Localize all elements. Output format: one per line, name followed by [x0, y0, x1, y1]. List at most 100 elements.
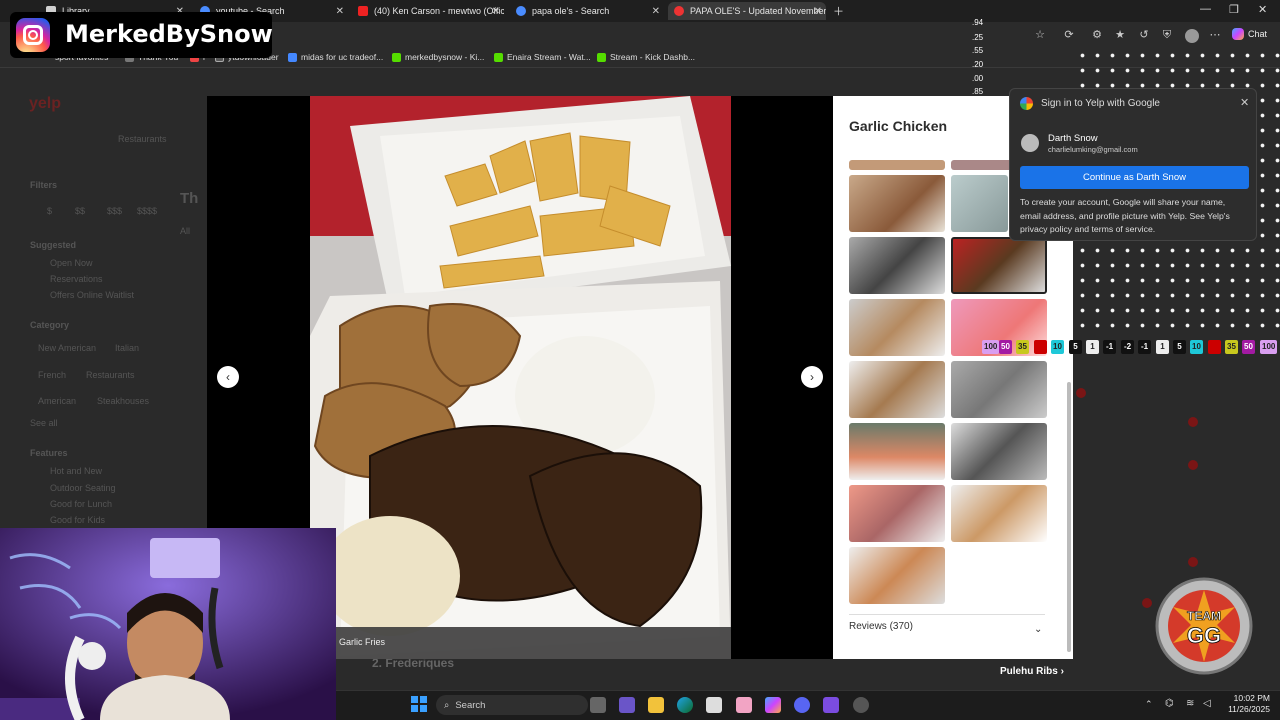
settings-icon[interactable]: [853, 697, 869, 713]
close-icon[interactable]: ✕: [814, 6, 822, 17]
continue-as-button[interactable]: Continue as Darth Snow: [1020, 166, 1249, 189]
filter-item[interactable]: Good for Kids: [50, 515, 105, 525]
category-chip[interactable]: Italian: [115, 343, 139, 353]
favorite-item[interactable]: merkedbysnow - Ki...: [392, 52, 484, 62]
photo-thumbnail[interactable]: [951, 361, 1047, 418]
chevron-down-icon[interactable]: ⌄: [1034, 624, 1042, 635]
extensions-icon[interactable]: ⚙: [1091, 29, 1103, 41]
file-explorer-icon[interactable]: [648, 697, 664, 713]
restore-icon[interactable]: ❐: [1229, 3, 1239, 16]
category-chip[interactable]: American: [38, 396, 76, 406]
filter-item[interactable]: Hot and New: [50, 466, 102, 476]
food-photo: [310, 96, 731, 659]
filter-item[interactable]: Open Now: [50, 258, 93, 268]
account-name: Darth Snow: [1048, 133, 1098, 144]
number-chip: 100: [1260, 340, 1278, 354]
more-icon[interactable]: ⋯: [1209, 29, 1221, 41]
refresh-icon[interactable]: ⟳: [1063, 29, 1075, 41]
map-marker[interactable]: [1142, 598, 1152, 608]
edge-icon[interactable]: [677, 697, 693, 713]
number-chip: 10: [1051, 340, 1064, 354]
reviews-toggle[interactable]: Reviews (370): [849, 621, 913, 632]
app-icon[interactable]: [736, 697, 752, 713]
tab-papa-oles-yelp[interactable]: PAPA OLE'S - Updated November ✕: [668, 2, 826, 20]
photo-thumbnail[interactable]: [849, 485, 945, 542]
close-icon[interactable]: ✕: [652, 6, 660, 17]
number-chip: 100: [982, 340, 1000, 354]
volume-icon[interactable]: ◁: [1203, 698, 1211, 709]
shield-icon[interactable]: ⛨: [1161, 29, 1173, 41]
network-icon[interactable]: ⌬: [1165, 698, 1174, 709]
photo-thumbnail[interactable]: [849, 160, 945, 170]
chat-button[interactable]: Chat: [1232, 28, 1267, 40]
system-clock[interactable]: 10:02 PM 11/26/2025: [1226, 693, 1270, 715]
close-icon[interactable]: ✕: [336, 6, 344, 17]
photo-thumbnail[interactable]: [849, 361, 945, 418]
filter-item[interactable]: Reservations: [50, 274, 103, 284]
tab-papa-oles-search[interactable]: papa ole's - Search ✕: [510, 2, 664, 20]
see-all-link[interactable]: See all: [30, 418, 58, 428]
photo-thumbnail-selected[interactable]: [951, 237, 1047, 294]
features-heading: Features: [30, 448, 68, 458]
start-icon[interactable]: [411, 696, 427, 712]
close-icon[interactable]: ✕: [492, 6, 500, 17]
app-icon[interactable]: [823, 697, 839, 713]
next-photo-button[interactable]: ›: [801, 366, 823, 388]
photo-thumbnail[interactable]: [951, 175, 1008, 232]
teams-icon[interactable]: [619, 697, 635, 713]
task-view-icon[interactable]: [590, 697, 606, 713]
photo-thumbnail[interactable]: [951, 423, 1047, 480]
favorite-item[interactable]: midas for uc tradeof...: [288, 52, 383, 62]
scrollbar[interactable]: [1067, 382, 1071, 652]
taskbar-search[interactable]: ⌕ Search: [436, 695, 588, 715]
price-filter[interactable]: $$: [75, 206, 85, 216]
overlay-number: .00: [972, 74, 984, 83]
close-window-icon[interactable]: ✕: [1258, 3, 1267, 16]
favorite-item[interactable]: Enaira Stream - Wat...: [494, 52, 591, 62]
bookmark-icon: [288, 52, 297, 62]
map-marker[interactable]: [1188, 557, 1198, 567]
store-icon[interactable]: [706, 697, 722, 713]
wifi-icon[interactable]: ≋: [1186, 698, 1194, 709]
star-icon[interactable]: ☆: [1034, 29, 1046, 41]
price-filter[interactable]: $: [47, 206, 52, 216]
close-icon[interactable]: ✕: [1240, 96, 1249, 109]
avatar: [1021, 134, 1039, 152]
svg-text:GG: GG: [1187, 623, 1221, 648]
nav-restaurants: Restaurants: [118, 134, 167, 144]
photo-thumbnail[interactable]: [849, 547, 945, 604]
search-icon: ⌕: [444, 699, 450, 711]
favorites-icon[interactable]: ★: [1114, 29, 1126, 41]
category-chip[interactable]: Restaurants: [86, 370, 135, 380]
tab-all[interactable]: All: [180, 226, 190, 236]
profile-avatar[interactable]: [1185, 29, 1199, 43]
minimize-icon[interactable]: —: [1200, 3, 1211, 15]
price-filter[interactable]: $$$$: [137, 206, 157, 216]
category-chip[interactable]: Steakhouses: [97, 396, 149, 406]
map-marker[interactable]: [1188, 460, 1198, 470]
photo-thumbnail[interactable]: [849, 237, 945, 294]
copilot-icon[interactable]: [765, 697, 781, 713]
map-marker[interactable]: [1076, 388, 1086, 398]
category-chip[interactable]: French: [38, 370, 66, 380]
map-marker[interactable]: [1188, 417, 1198, 427]
google-signin-popup: Sign in to Yelp with Google ✕ Darth Snow…: [1009, 88, 1257, 241]
tab-ken-carson[interactable]: (40) Ken Carson - mewtwo (Offici ✕: [352, 2, 504, 20]
filter-item[interactable]: Outdoor Seating: [50, 483, 116, 493]
photo-thumbnail[interactable]: [849, 299, 945, 356]
chevron-up-icon[interactable]: ⌃: [1145, 699, 1153, 710]
photo-thumbnail[interactable]: [849, 175, 945, 232]
new-tab-icon[interactable]: ＋: [833, 3, 844, 19]
category-chip[interactable]: New American: [38, 343, 96, 353]
favorite-item[interactable]: Stream - Kick Dashb...: [597, 52, 695, 62]
photo-thumbnail[interactable]: [849, 423, 945, 480]
price-filter[interactable]: $$$: [107, 206, 122, 216]
number-chip: [1208, 340, 1221, 354]
filter-item[interactable]: Offers Online Waitlist: [50, 290, 134, 300]
photo-thumbnail[interactable]: [951, 485, 1047, 542]
previous-photo-button[interactable]: ‹: [217, 366, 239, 388]
discord-icon[interactable]: [794, 697, 810, 713]
history-icon[interactable]: ↺: [1138, 29, 1150, 41]
filter-item[interactable]: Good for Lunch: [50, 499, 112, 509]
next-item-link[interactable]: Pulehu Ribs ›: [1000, 666, 1064, 677]
